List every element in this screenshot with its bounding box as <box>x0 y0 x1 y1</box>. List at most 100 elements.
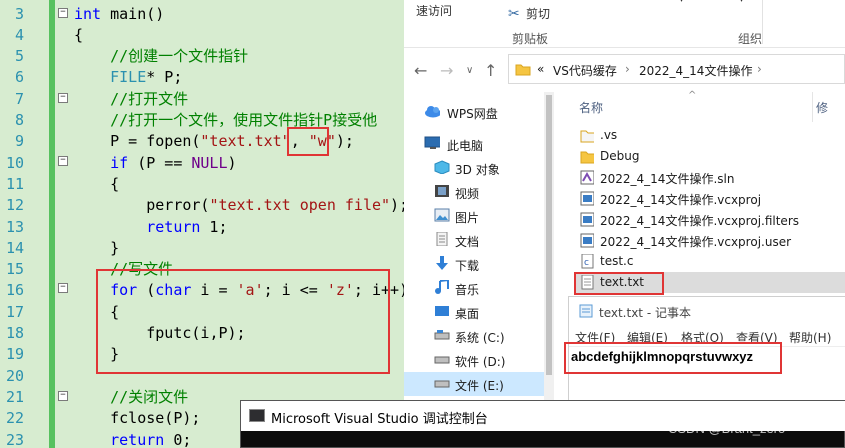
nav-item-documents[interactable]: 文档 <box>404 228 544 252</box>
nav-item-wps[interactable]: WPS网盘 <box>404 100 544 124</box>
address-prefix[interactable]: « <box>537 62 544 76</box>
recent-chevron-icon[interactable]: ∨ <box>466 65 473 76</box>
nav-item-downloads[interactable]: 下载 <box>404 252 544 276</box>
line-number: 18 <box>5 324 24 342</box>
line-number: 22 <box>5 409 24 428</box>
code-token: "text.txt" <box>200 132 291 151</box>
column-header-modified[interactable]: 修 <box>816 99 828 116</box>
drive-icon <box>434 380 450 388</box>
clipboard-group-label: 剪贴板 <box>512 32 549 46</box>
highlight-notepad-content <box>564 342 782 374</box>
nav-item-3d[interactable]: 3D 对象 <box>404 156 544 180</box>
code-editor[interactable]: 3 int main() 4{5 //创建一个文件指针 6 FILE * P; 7 //打… <box>0 0 404 448</box>
cube-icon <box>434 160 450 174</box>
code-line[interactable]: 5 //创建一个文件指针 <box>0 46 404 67</box>
nav-item-pictures[interactable]: 图片 <box>404 204 544 228</box>
line-number: 15 <box>5 260 24 279</box>
file-item-test-c[interactable]: c test.c <box>576 251 845 272</box>
dropdown-icon[interactable]: ▾ <box>679 0 684 5</box>
column-header-name[interactable]: 名称 <box>579 99 603 116</box>
project-icon <box>580 191 594 206</box>
nav-scrollbar-thumb[interactable] <box>546 95 552 375</box>
code-token: return <box>110 430 165 448</box>
code-line[interactable]: 9 P = fopen("text.txt", "w"); <box>0 131 404 152</box>
address-segment-2[interactable]: 2022_4_14文件操作 <box>639 62 752 79</box>
notepad-title-bar[interactable]: text.txt - 记事本 <box>569 297 845 325</box>
project-icon <box>580 233 594 248</box>
fold-comment-icon[interactable]: − <box>58 93 68 103</box>
code-token: fclose(P); <box>74 409 201 428</box>
address-bar[interactable]: « VS代码缓存 › 2022_4_14文件操作 › <box>508 54 845 84</box>
quick-access-label[interactable]: 速访问 <box>416 2 452 19</box>
nav-item-desktop[interactable]: 桌面 <box>404 300 544 324</box>
line-number: 10 <box>5 153 24 172</box>
file-item-user[interactable]: 2022_4_14文件操作.vcxproj.user <box>576 230 845 251</box>
fold-for-icon[interactable]: − <box>58 283 68 293</box>
download-icon <box>436 256 448 270</box>
file-item-vcxproj[interactable]: 2022_4_14文件操作.vcxproj <box>576 188 845 209</box>
fold-if-icon[interactable]: − <box>58 156 68 166</box>
project-icon <box>580 212 594 227</box>
line-number: 8 <box>14 111 24 129</box>
computer-icon <box>424 136 440 149</box>
nav-item-music[interactable]: 音乐 <box>404 276 544 300</box>
line-number: 19 <box>5 345 24 364</box>
line-number: 12 <box>5 196 24 215</box>
nav-item-this-pc[interactable]: 此电脑 <box>404 132 544 156</box>
console-icon <box>249 409 265 422</box>
code-line[interactable]: 14 } <box>0 238 404 259</box>
code-token: //创建一个文件指针 <box>74 47 249 66</box>
forward-arrow-icon[interactable]: → <box>440 61 453 80</box>
code-token: ); <box>335 132 354 151</box>
file-item-vs[interactable]: .vs <box>576 125 845 146</box>
address-segment-1[interactable]: VS代码缓存 <box>553 62 617 79</box>
code-token: if <box>110 153 129 172</box>
line-number: 9 <box>14 132 24 151</box>
chevron-right-icon-2[interactable]: › <box>757 62 762 76</box>
chevron-right-icon[interactable]: › <box>625 62 630 76</box>
fold-close-icon[interactable]: − <box>58 391 68 401</box>
code-token: main() <box>101 4 165 23</box>
drive-icon <box>434 330 450 340</box>
back-arrow-icon[interactable]: ← <box>414 61 427 80</box>
file-item-sln[interactable]: 2022_4_14文件操作.sln <box>576 167 845 188</box>
line-number: 7 <box>14 89 24 108</box>
watermark: CSDN @Brant_zero <box>668 421 786 436</box>
file-item-filters[interactable]: 2022_4_14文件操作.vcxproj.filters <box>576 209 845 230</box>
code-token: P = fopen( <box>74 132 201 151</box>
code-line[interactable]: 4{ <box>0 25 404 46</box>
line-number: 21 <box>5 387 24 406</box>
code-token: (P == <box>128 153 192 172</box>
drive-icon <box>434 356 450 364</box>
nav-item-drive-e[interactable]: 文件 (E:) <box>404 372 544 396</box>
code-line[interactable]: 13 return 1; <box>0 217 404 238</box>
dropdown-icon-2[interactable]: ▾ <box>739 0 744 5</box>
code-token: //打开一个文件，使用文件指针P接受他 <box>74 111 378 129</box>
picture-icon <box>434 208 450 222</box>
solution-icon <box>580 170 594 185</box>
cut-button[interactable]: 剪切 <box>526 5 550 22</box>
up-arrow-icon[interactable]: ↑ <box>484 61 497 80</box>
code-line[interactable]: 8 //打开一个文件，使用文件指针P接受他 <box>0 110 404 131</box>
line-number: 17 <box>5 302 24 321</box>
file-item-debug[interactable]: Debug <box>576 146 845 167</box>
code-token: ) <box>227 153 237 172</box>
code-line[interactable]: 12 perror("text.txt open file"); <box>0 195 404 216</box>
menu-help[interactable]: 帮助(H) <box>789 329 831 346</box>
code-token: perror( <box>74 196 210 215</box>
code-line[interactable]: 6 FILE * P; <box>0 67 404 88</box>
c-file-icon: c <box>581 254 594 269</box>
line-number: 6 <box>14 68 24 87</box>
fold-main-icon[interactable]: − <box>58 8 68 18</box>
ribbon-divider <box>762 0 763 44</box>
nav-item-video[interactable]: 视频 <box>404 180 544 204</box>
nav-item-drive-d[interactable]: 软件 (D:) <box>404 348 544 372</box>
nav-item-drive-c[interactable]: 系统 (C:) <box>404 324 544 348</box>
scissors-icon[interactable]: ✂ <box>508 5 520 22</box>
code-line[interactable]: 11 { <box>0 174 404 195</box>
line-number: 14 <box>5 238 24 257</box>
code-token: FILE <box>110 68 147 87</box>
folder-icon <box>580 130 594 143</box>
